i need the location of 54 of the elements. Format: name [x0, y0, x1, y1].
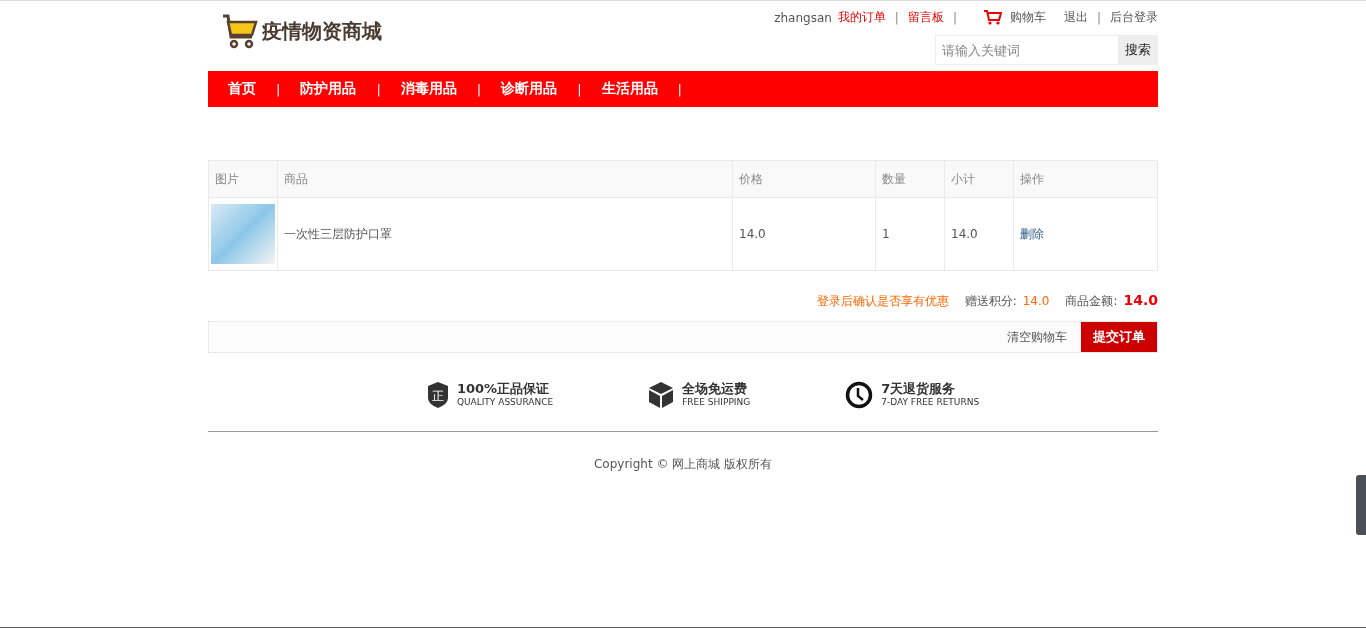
- cube-icon: [648, 381, 675, 409]
- table-cell: 一次性三层防护口罩: [277, 197, 733, 271]
- logo-title: 疫情物资商城: [262, 17, 382, 45]
- nav-link[interactable]: 后台登录: [1110, 9, 1158, 26]
- separator: |: [1095, 10, 1102, 25]
- clear-cart-link[interactable]: 清空购物车: [1007, 328, 1067, 346]
- nav-link[interactable]: 我的订单: [837, 9, 886, 26]
- column-header: 图片: [208, 160, 278, 198]
- nav-separator: |: [376, 81, 381, 97]
- login-notice: 登录后确认是否享有优惠: [816, 293, 949, 310]
- table-cell: 14.0: [944, 197, 1014, 271]
- clock-icon: [845, 381, 874, 409]
- total-value: 14.0: [1123, 292, 1158, 308]
- table-cell: 1: [875, 197, 945, 271]
- side-widget[interactable]: [1356, 475, 1366, 535]
- table-cell: 14.0: [732, 197, 876, 271]
- column-header: 操作: [1013, 160, 1158, 198]
- column-header: 数量: [875, 160, 945, 198]
- total-label: 商品金额:: [1065, 293, 1118, 310]
- nav-item[interactable]: 消毒用品: [400, 80, 457, 98]
- cart-logo-icon: [222, 13, 258, 49]
- column-header: 小计: [944, 160, 1014, 198]
- delete-link[interactable]: 删除: [1020, 226, 1044, 241]
- points-label: 赠送积分:: [964, 293, 1017, 310]
- search-button[interactable]: 搜索: [1118, 35, 1158, 65]
- cart-icon: [983, 10, 1002, 25]
- nav-item[interactable]: 诊断用品: [501, 80, 558, 98]
- points-value: 14.0: [1022, 294, 1050, 308]
- nav-item[interactable]: 防护用品: [300, 80, 357, 98]
- nav-separator: |: [677, 81, 682, 97]
- nav-separator: |: [476, 81, 482, 97]
- nav-item[interactable]: 首页: [228, 80, 256, 98]
- photo-placeholder: [211, 204, 275, 264]
- username: zhangsan: [774, 10, 832, 25]
- feature-subtitle: FREE SHIPPING: [682, 396, 751, 408]
- nav-link[interactable]: 退出: [1063, 9, 1088, 26]
- cart-link[interactable]: 购物车: [1009, 9, 1046, 26]
- submit-order-button[interactable]: 提交订单: [1081, 322, 1157, 352]
- column-header: 商品: [277, 160, 733, 198]
- nav-item[interactable]: 生活用品: [601, 80, 658, 98]
- search-field[interactable]: 请输入关键词: [935, 35, 1118, 65]
- nav-separator: |: [577, 81, 582, 97]
- feature-subtitle: QUALITY ASSURANCE: [456, 396, 554, 408]
- column-header: 价格: [732, 160, 876, 198]
- separator: |: [951, 10, 958, 25]
- feature-title: 7天退货服务: [881, 382, 957, 396]
- copyright: Copyright © 网上商城 版权所有: [592, 456, 774, 473]
- feature-subtitle: 7-DAY FREE RETURNS: [881, 396, 980, 408]
- shield-icon: 正: [426, 381, 449, 409]
- feature-title: 100%正品保证: [456, 382, 551, 396]
- nav-link[interactable]: 留言板: [907, 9, 944, 26]
- nav-separator: |: [276, 81, 281, 97]
- separator: |: [893, 10, 900, 25]
- feature-title: 全场免运费: [682, 382, 749, 396]
